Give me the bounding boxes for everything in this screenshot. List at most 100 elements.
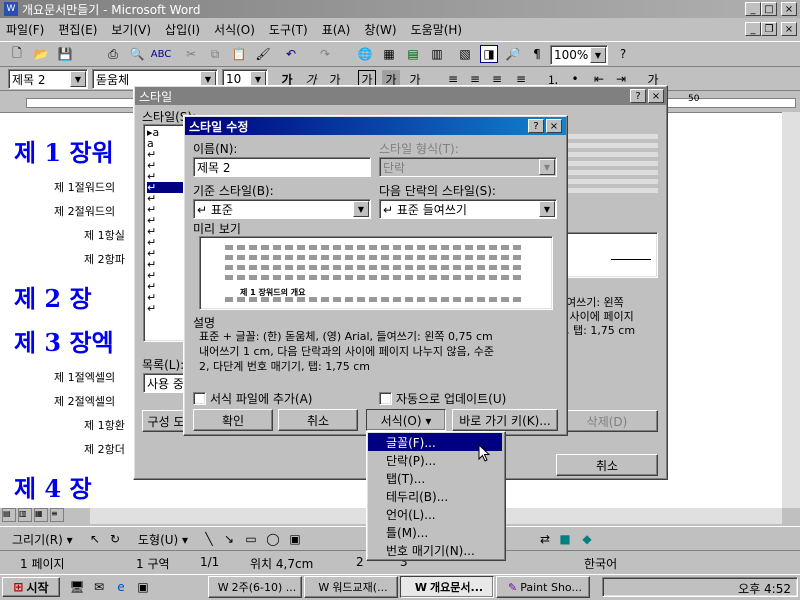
outlook-icon[interactable]: ✉ <box>90 578 108 596</box>
redo-icon[interactable]: ↷ <box>316 45 334 63</box>
task-button[interactable]: W 2주(6-10) ... <box>208 576 302 598</box>
print-icon[interactable]: ⎙ <box>104 45 122 63</box>
chevron-down-icon[interactable]: ▼ <box>590 47 606 63</box>
select-pointer-icon[interactable]: ↖ <box>86 530 104 548</box>
menu-tools[interactable]: 도구(T) <box>269 21 308 38</box>
task-button-active[interactable]: W 개요문서... <box>400 576 494 598</box>
menu-edit[interactable]: 편집(E) <box>58 21 97 38</box>
style-dialog-help-button[interactable]: ? <box>630 89 646 103</box>
web-view-icon[interactable]: ▥ <box>18 508 32 522</box>
close-button[interactable]: × <box>781 2 797 16</box>
menu-insert[interactable]: 삽입(I) <box>165 21 200 38</box>
arrow-style-icon[interactable]: ⇄ <box>536 530 554 548</box>
oval-icon[interactable]: ◯ <box>264 530 282 548</box>
menu-file[interactable]: 파일(F) <box>6 21 44 38</box>
chevron-down-icon[interactable]: ▼ <box>70 71 86 87</box>
styles-listbox[interactable]: ▸a a ↵ ↵ ↵ ↵ ↵ ↵ ↵ ↵ ↵ ↵ ↵ ↵ ↵ ↵ ↵ <box>143 124 188 342</box>
style-dialog-close-button[interactable]: × <box>648 89 664 103</box>
add-to-template-label[interactable]: 서식 파일에 추가(A) <box>210 390 312 407</box>
spelling-icon[interactable]: ABC <box>151 45 172 63</box>
list-item[interactable]: 제 1절워드의 <box>54 179 115 195</box>
format-menu-button[interactable]: 서식(O) ▾ <box>366 409 446 431</box>
minimize-button[interactable]: _ <box>745 2 761 16</box>
new-document-icon[interactable]: 🗋 <box>8 45 26 63</box>
modify-help-button[interactable]: ? <box>528 119 544 133</box>
normal-view-icon[interactable]: ▤ <box>2 508 16 522</box>
vertical-scrollbar[interactable] <box>782 112 800 508</box>
auto-update-label[interactable]: 자동으로 업데이트(U) <box>396 390 506 407</box>
outline-view-icon[interactable]: ≡ <box>50 508 64 522</box>
shortcut-key-button[interactable]: 바로 가기 키(K)... <box>452 409 558 431</box>
menu-window[interactable]: 창(W) <box>364 21 396 38</box>
list-item[interactable]: 제 2절엑셀의 <box>54 393 115 409</box>
paste-icon[interactable]: 📋 <box>230 45 248 63</box>
start-button[interactable]: ⊞ 시작 <box>2 577 60 597</box>
heading-chapter-3[interactable]: 제 3 장엑 <box>14 323 114 358</box>
next-style-select[interactable]: ↵ 표준 들여쓰기 ▼ <box>379 199 557 219</box>
doc-minimize-button[interactable]: _ <box>745 22 761 36</box>
document-map-icon[interactable]: ◨ <box>480 45 498 63</box>
3d-icon[interactable]: ◆ <box>578 530 596 548</box>
maximize-button[interactable]: □ <box>761 2 777 16</box>
style-dialog-cancel-button[interactable]: 취소 <box>556 454 658 476</box>
undo-icon[interactable]: ↶ <box>282 45 300 63</box>
format-painter-icon[interactable]: 🖌 <box>254 45 272 63</box>
ie-icon[interactable]: e <box>112 578 130 596</box>
menu-help[interactable]: 도움말(H) <box>411 21 463 38</box>
save-disk-icon[interactable]: 💾 <box>56 45 74 63</box>
hyperlink-icon[interactable]: 🌐 <box>356 45 374 63</box>
doc-restore-button[interactable]: ❐ <box>761 22 777 36</box>
menu-format[interactable]: 서식(O) <box>214 21 255 38</box>
line-icon[interactable]: ╲ <box>200 530 218 548</box>
arrow-icon[interactable]: ↘ <box>220 530 238 548</box>
zoom-select[interactable]: 100% ▼ <box>550 45 608 65</box>
columns-icon[interactable]: ▥ <box>428 45 446 63</box>
textbox-icon[interactable]: ▣ <box>286 530 304 548</box>
menu-item-border[interactable]: 테두리(B)... <box>368 487 502 505</box>
draw-menu-button[interactable]: 그리기(R) ▾ <box>12 531 73 548</box>
task-button[interactable]: ✎ Paint Sho... <box>496 576 590 598</box>
based-on-select[interactable]: ↵ 표준 ▼ <box>193 199 371 219</box>
table-icon[interactable]: ▦ <box>380 45 398 63</box>
delete-style-button[interactable]: 삭제(D) <box>556 410 658 432</box>
list-item[interactable]: 제 1절엑셀의 <box>54 369 115 385</box>
ok-button[interactable]: 확인 <box>193 409 273 431</box>
style-name-input[interactable]: 제목 2 <box>193 157 371 177</box>
modify-close-button[interactable]: × <box>546 119 562 133</box>
print-preview-icon[interactable]: 🔍 <box>128 45 146 63</box>
help-icon[interactable]: ? <box>614 45 632 63</box>
cancel-button[interactable]: 취소 <box>278 409 358 431</box>
open-folder-icon[interactable]: 📂 <box>32 45 50 63</box>
menu-item-numbering[interactable]: 번호 매기기(N)... <box>368 541 502 559</box>
list-item[interactable]: 제 1항실 <box>84 227 125 243</box>
chevron-down-icon[interactable]: ▼ <box>353 201 369 217</box>
autoshapes-menu-button[interactable]: 도형(U) ▾ <box>138 531 188 548</box>
free-rotate-icon[interactable]: ↻ <box>106 530 124 548</box>
add-to-template-checkbox[interactable] <box>193 392 206 405</box>
style-type-select[interactable]: 단락 ▼ <box>379 157 557 177</box>
list-item[interactable]: 제 2항파 <box>84 251 125 267</box>
task-button[interactable]: W 워드교재(... <box>304 576 398 598</box>
heading-chapter-2[interactable]: 제 2 장 <box>14 279 92 314</box>
drawing-icon[interactable]: ▧ <box>456 45 474 63</box>
copy-icon[interactable]: ⧉ <box>206 45 224 63</box>
list-item[interactable]: 제 1항환 <box>84 417 125 433</box>
heading-chapter-4[interactable]: 제 4 장 <box>14 469 92 504</box>
menu-view[interactable]: 보기(V) <box>111 21 151 38</box>
style-select[interactable]: 제목 2 ▼ <box>8 69 88 89</box>
cut-icon[interactable]: ✂ <box>182 45 200 63</box>
excel-icon[interactable]: ▤ <box>404 45 422 63</box>
paragraph-mark-icon[interactable]: ¶ <box>528 45 546 63</box>
page-view-icon[interactable]: ▦ <box>34 508 48 522</box>
menu-item-language[interactable]: 언어(L)... <box>368 505 502 523</box>
shadow-icon[interactable]: ■ <box>556 530 574 548</box>
menu-item-frame[interactable]: 틀(M)... <box>368 523 502 541</box>
desktop-icon[interactable]: 🖥 <box>68 578 86 596</box>
view-buttons[interactable]: ▤ ▥ ▦ ≡ <box>0 508 90 524</box>
list-item[interactable]: 제 2절워드의 <box>54 203 115 219</box>
show-hide-icon[interactable]: 🔎 <box>504 45 522 63</box>
list-item[interactable]: 제 2항더 <box>84 441 125 457</box>
chevron-down-icon[interactable]: ▼ <box>539 159 555 175</box>
menu-table[interactable]: 표(A) <box>322 21 351 38</box>
menu-item-tabs[interactable]: 탭(T)... <box>368 469 502 487</box>
